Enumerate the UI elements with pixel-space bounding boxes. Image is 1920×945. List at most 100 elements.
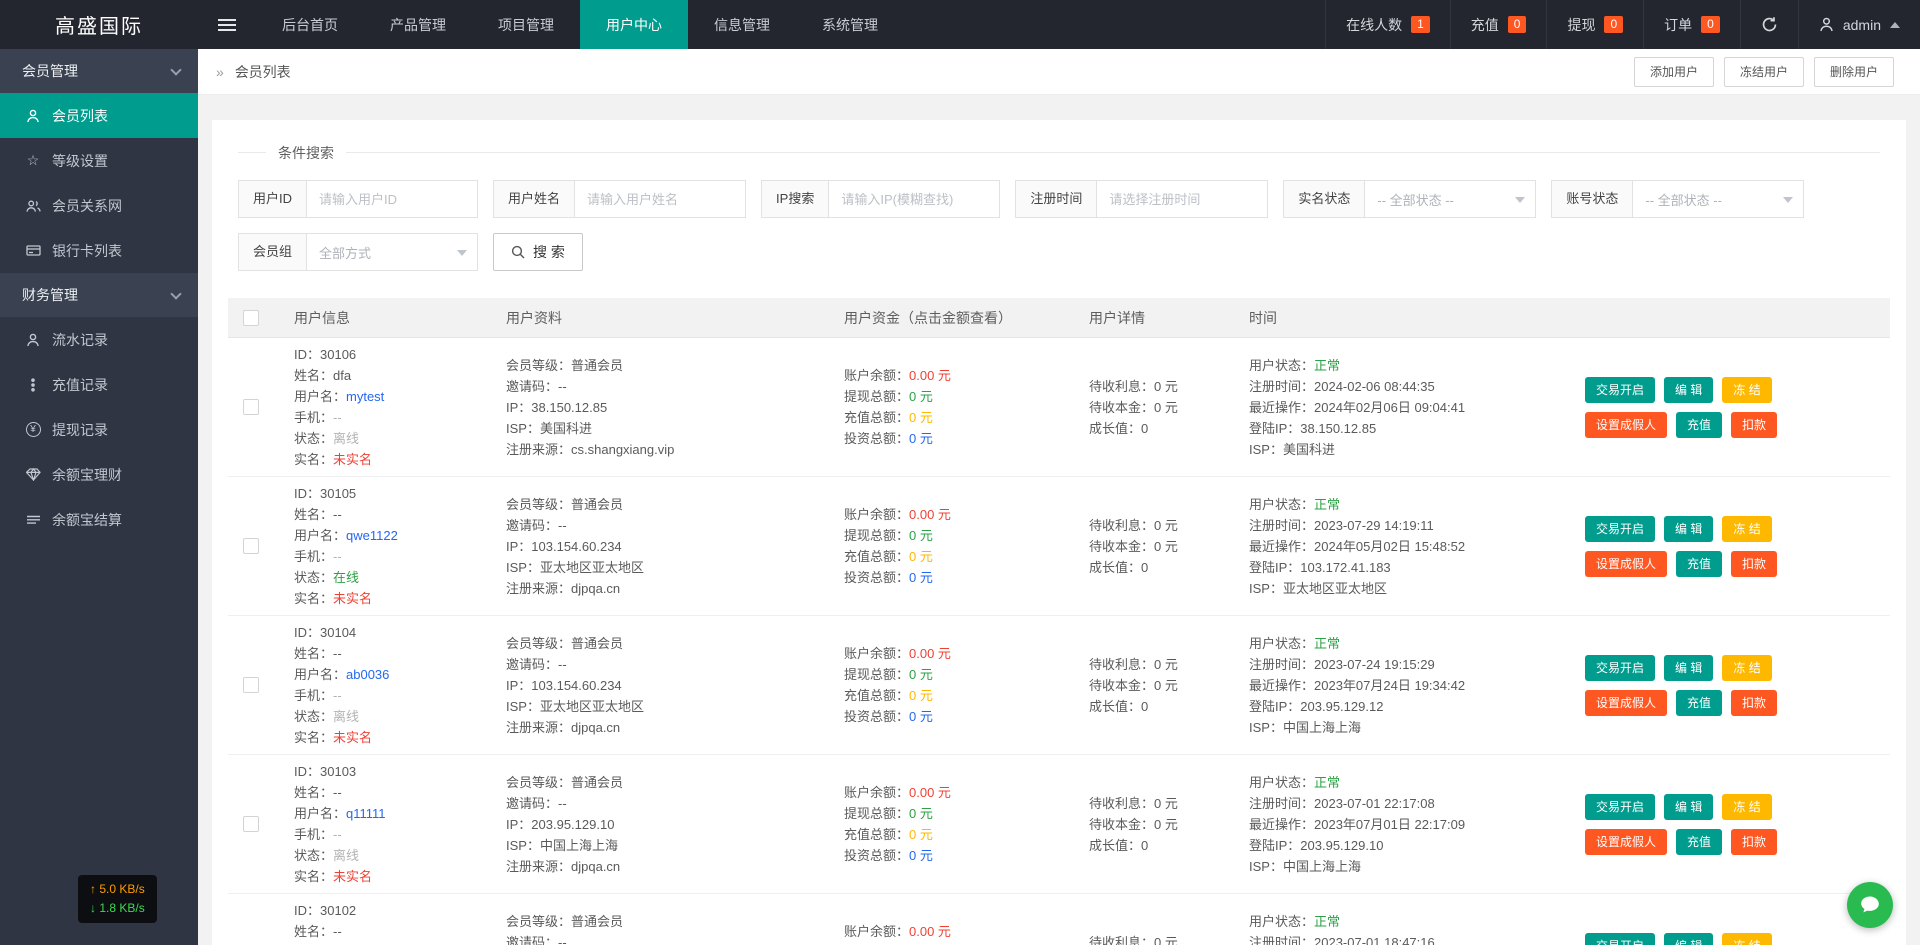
- sidebar-item-yuebao-settle[interactable]: 余额宝结算: [0, 497, 198, 542]
- withdraw-total[interactable]: 0 元: [909, 528, 933, 543]
- row-checkbox[interactable]: [243, 538, 259, 554]
- member-group-select[interactable]: 全部方式: [307, 234, 477, 270]
- set-fake-button[interactable]: 设置成假人: [1585, 551, 1667, 577]
- account-status-select[interactable]: -- 全部状态 --: [1633, 181, 1803, 217]
- nav-item[interactable]: 信息管理: [688, 0, 796, 49]
- realname-status: 未实名: [333, 730, 372, 745]
- row-checkbox[interactable]: [243, 677, 259, 693]
- recharge-total[interactable]: 0 元: [909, 827, 933, 842]
- account-balance[interactable]: 0.00 元: [909, 924, 951, 939]
- withdraw-total[interactable]: 0 元: [909, 667, 933, 682]
- stat-item[interactable]: 充值 0: [1450, 0, 1547, 49]
- menu-toggle-icon[interactable]: [198, 0, 256, 49]
- deduct-button[interactable]: 扣款: [1731, 829, 1777, 855]
- sidebar-item-bank-cards[interactable]: 银行卡列表: [0, 228, 198, 273]
- main-area: » 会员列表 添加用户 冻结用户 删除用户 条件搜索 用户ID 用户姓名: [198, 49, 1920, 945]
- recharge-button[interactable]: 充值: [1676, 829, 1722, 855]
- sidebar-item-recharge-records[interactable]: 充值记录: [0, 362, 198, 407]
- trade-toggle-button[interactable]: 交易开启: [1585, 655, 1655, 681]
- username-link[interactable]: qwe1122: [346, 528, 398, 543]
- select-all-checkbox[interactable]: [243, 310, 259, 326]
- account-balance[interactable]: 0.00 元: [909, 368, 951, 383]
- trade-toggle-button[interactable]: 交易开启: [1585, 377, 1655, 403]
- username-link[interactable]: mytest: [346, 389, 384, 404]
- stat-item[interactable]: 提现 0: [1546, 0, 1643, 49]
- trade-toggle-button[interactable]: 交易开启: [1585, 933, 1655, 945]
- realname-status-select[interactable]: -- 全部状态 --: [1365, 181, 1535, 217]
- withdraw-total[interactable]: 0 元: [909, 389, 933, 404]
- sidebar-item-withdraw-records[interactable]: ¥ 提现记录: [0, 407, 198, 452]
- edit-button[interactable]: 编 辑: [1664, 377, 1713, 403]
- sidebar-item-member-list[interactable]: 会员列表: [0, 93, 198, 138]
- freeze-button[interactable]: 冻 结: [1722, 516, 1771, 542]
- set-fake-button[interactable]: 设置成假人: [1585, 829, 1667, 855]
- recharge-button[interactable]: 充值: [1676, 551, 1722, 577]
- nav-item[interactable]: 系统管理: [796, 0, 904, 49]
- nav-item[interactable]: 产品管理: [364, 0, 472, 49]
- invest-total[interactable]: 0 元: [909, 848, 933, 863]
- sidebar-group-member[interactable]: 会员管理: [0, 49, 198, 93]
- freeze-button[interactable]: 冻 结: [1722, 377, 1771, 403]
- invest-total[interactable]: 0 元: [909, 570, 933, 585]
- freeze-button[interactable]: 冻 结: [1722, 794, 1771, 820]
- user-name-input[interactable]: [575, 181, 745, 217]
- sidebar-item-level-settings[interactable]: ☆ 等级设置: [0, 138, 198, 183]
- recharge-total[interactable]: 0 元: [909, 410, 933, 425]
- freeze-user-button[interactable]: 冻结用户: [1724, 57, 1804, 87]
- refresh-button[interactable]: [1740, 0, 1798, 49]
- realname-status: 未实名: [333, 869, 372, 884]
- username-link[interactable]: q11111: [346, 806, 386, 821]
- sidebar-item-flow-records[interactable]: 流水记录: [0, 317, 198, 362]
- edit-button[interactable]: 编 辑: [1664, 933, 1713, 945]
- register-time-input[interactable]: [1097, 181, 1267, 217]
- time-cell: 用户状态：正常 注册时间：2023-07-01 22:17:08 最近操作：20…: [1229, 772, 1569, 877]
- online-status: 离线: [333, 431, 359, 446]
- trade-toggle-button[interactable]: 交易开启: [1585, 794, 1655, 820]
- invest-total[interactable]: 0 元: [909, 709, 933, 724]
- delete-user-button[interactable]: 删除用户: [1814, 57, 1894, 87]
- trade-toggle-button[interactable]: 交易开启: [1585, 516, 1655, 542]
- online-status: 离线: [333, 709, 359, 724]
- row-checkbox[interactable]: [243, 399, 259, 415]
- deduct-button[interactable]: 扣款: [1731, 551, 1777, 577]
- recharge-total[interactable]: 0 元: [909, 688, 933, 703]
- user-id-input[interactable]: [307, 181, 477, 217]
- user-id: 30102: [320, 903, 356, 918]
- search-button[interactable]: 搜 索: [493, 233, 583, 271]
- withdraw-total[interactable]: 0 元: [909, 806, 933, 821]
- edit-button[interactable]: 编 辑: [1664, 655, 1713, 681]
- admin-menu[interactable]: admin: [1798, 0, 1920, 49]
- account-balance[interactable]: 0.00 元: [909, 646, 951, 661]
- nav-item[interactable]: 用户中心: [580, 0, 688, 49]
- chat-support-button[interactable]: [1847, 882, 1893, 928]
- login-isp: 中国上海上海: [1283, 859, 1361, 874]
- deduct-button[interactable]: 扣款: [1731, 412, 1777, 438]
- sidebar-item-member-network[interactable]: 会员关系网: [0, 183, 198, 228]
- set-fake-button[interactable]: 设置成假人: [1585, 690, 1667, 716]
- row-checkbox[interactable]: [243, 816, 259, 832]
- ip-search-input[interactable]: [829, 181, 999, 217]
- recharge-button[interactable]: 充值: [1676, 412, 1722, 438]
- edit-button[interactable]: 编 辑: [1664, 516, 1713, 542]
- account-balance[interactable]: 0.00 元: [909, 785, 951, 800]
- edit-button[interactable]: 编 辑: [1664, 794, 1713, 820]
- register-source: djpqa.cn: [571, 720, 620, 735]
- stat-badge: 0: [1508, 16, 1527, 33]
- recharge-total[interactable]: 0 元: [909, 549, 933, 564]
- invite-code: --: [558, 796, 567, 811]
- username-link[interactable]: ab0036: [346, 667, 389, 682]
- sidebar-group-finance[interactable]: 财务管理: [0, 273, 198, 317]
- deduct-button[interactable]: 扣款: [1731, 690, 1777, 716]
- sidebar-item-yuebao-invest[interactable]: 余额宝理财: [0, 452, 198, 497]
- stat-item[interactable]: 订单 0: [1643, 0, 1740, 49]
- invest-total[interactable]: 0 元: [909, 431, 933, 446]
- stat-item[interactable]: 在线人数 1: [1325, 0, 1450, 49]
- set-fake-button[interactable]: 设置成假人: [1585, 412, 1667, 438]
- account-balance[interactable]: 0.00 元: [909, 507, 951, 522]
- add-user-button[interactable]: 添加用户: [1634, 57, 1714, 87]
- freeze-button[interactable]: 冻 结: [1722, 655, 1771, 681]
- freeze-button[interactable]: 冻 结: [1722, 933, 1771, 945]
- nav-item[interactable]: 后台首页: [256, 0, 364, 49]
- nav-item[interactable]: 项目管理: [472, 0, 580, 49]
- recharge-button[interactable]: 充值: [1676, 690, 1722, 716]
